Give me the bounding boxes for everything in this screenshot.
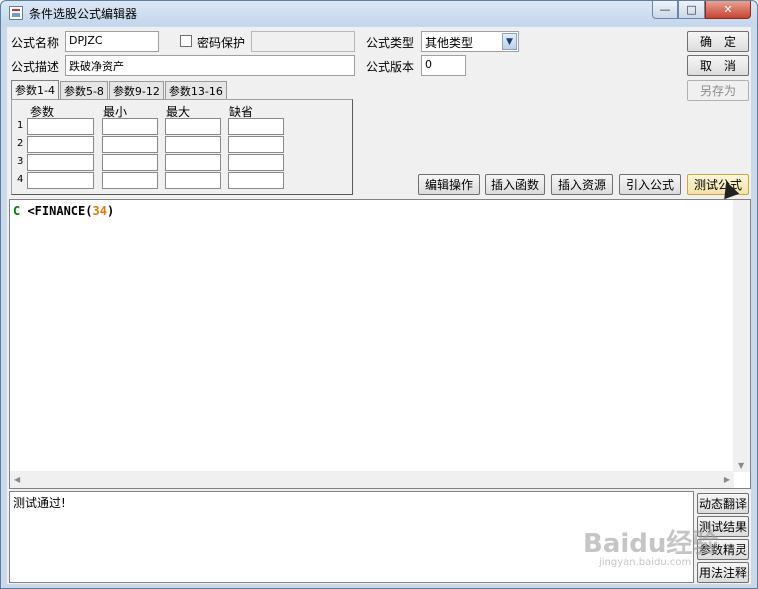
tab-params-9-12[interactable]: 参数9-12 xyxy=(108,81,164,99)
scroll-right-arrow-icon[interactable]: ▶ xyxy=(724,475,730,484)
param-max-cell[interactable] xyxy=(165,118,221,135)
param-default-cell[interactable] xyxy=(228,172,284,189)
insert-function-button[interactable]: 插入函数 xyxy=(485,174,545,195)
password-label: 密码保护 xyxy=(197,36,246,50)
watermark-url: jingyan.baidu.com xyxy=(599,557,692,568)
close-button[interactable]: ✕ xyxy=(705,1,751,19)
row-number: 3 xyxy=(17,156,24,167)
formula-version-label: 公式版本 xyxy=(366,60,415,74)
formula-desc-label: 公式描述 xyxy=(11,60,60,74)
insert-resource-button[interactable]: 插入资源 xyxy=(551,174,613,195)
param-max-cell[interactable] xyxy=(165,154,221,171)
usage-notes-button[interactable]: 用法注释 xyxy=(697,562,749,583)
formula-name-label: 公式名称 xyxy=(11,36,60,50)
app-icon xyxy=(9,6,23,20)
param-name-cell[interactable] xyxy=(27,154,94,171)
password-checkbox[interactable] xyxy=(180,35,192,47)
ok-button[interactable]: 确 定 xyxy=(687,31,749,52)
param-default-cell[interactable] xyxy=(228,136,284,153)
password-field xyxy=(251,31,355,52)
param-name-cell[interactable] xyxy=(27,136,94,153)
formula-type-select[interactable]: 其他类型 ▼ xyxy=(421,31,519,52)
test-result-text: 测试通过! xyxy=(13,496,66,510)
formula-desc-field[interactable]: 跌破净资产 xyxy=(65,55,355,76)
scroll-left-arrow-icon[interactable]: ◀ xyxy=(14,475,20,484)
client-area: 公式名称 DPJZC 密码保护 公式类型 其他类型 ▼ 确 定 公式描述 跌破净… xyxy=(7,27,751,584)
row-number: 4 xyxy=(17,174,24,185)
save-as-button: 另存为 xyxy=(687,80,749,101)
param-table: 参数 最小 最大 缺省 1 2 3 4 xyxy=(11,99,353,195)
tab-params-1-4[interactable]: 参数1-4 xyxy=(11,80,59,99)
tab-params-5-8[interactable]: 参数5-8 xyxy=(59,81,108,99)
param-max-cell[interactable] xyxy=(165,136,221,153)
editor-window: 条件选股公式编辑器 — □ ✕ 公式名称 DPJZC 密码保护 公式类型 其他类… xyxy=(0,0,758,589)
param-min-cell[interactable] xyxy=(102,118,158,135)
vertical-scrollbar[interactable]: ▼ xyxy=(733,200,750,472)
param-default-cell[interactable] xyxy=(228,154,284,171)
formula-name-field[interactable]: DPJZC xyxy=(65,31,159,52)
row-number: 1 xyxy=(17,120,24,131)
dropdown-arrow-icon[interactable]: ▼ xyxy=(502,33,517,50)
param-min-cell[interactable] xyxy=(102,136,158,153)
param-tabs: 参数1-4 参数5-8 参数9-12 参数13-16 xyxy=(11,80,228,99)
formula-version-field[interactable]: 0 xyxy=(421,55,466,76)
param-name-cell[interactable] xyxy=(27,118,94,135)
param-min-cell[interactable] xyxy=(102,172,158,189)
edit-operations-button[interactable]: 编辑操作 xyxy=(418,174,480,195)
minimize-button[interactable]: — xyxy=(652,1,678,19)
formula-code: C <FINANCE(34) xyxy=(13,204,114,218)
code-mid: <FINANCE( xyxy=(20,204,93,218)
dynamic-translate-button[interactable]: 动态翻译 xyxy=(697,493,749,514)
maximize-button[interactable]: □ xyxy=(678,1,705,19)
cancel-button[interactable]: 取 消 xyxy=(687,55,749,76)
code-number: 34 xyxy=(92,204,107,218)
formula-type-label: 公式类型 xyxy=(366,36,415,50)
param-default-cell[interactable] xyxy=(228,118,284,135)
param-max-cell[interactable] xyxy=(165,172,221,189)
param-min-cell[interactable] xyxy=(102,154,158,171)
title-bar[interactable]: 条件选股公式编辑器 — □ ✕ xyxy=(1,1,757,26)
watermark-logo: Baidu经验 xyxy=(583,529,719,559)
scroll-down-arrow-icon[interactable]: ▼ xyxy=(738,461,744,470)
formula-type-value: 其他类型 xyxy=(425,36,474,50)
horizontal-scrollbar[interactable]: ◀ ▶ xyxy=(10,471,734,488)
formula-code-editor[interactable]: C <FINANCE(34) ▼ ◀ ▶ xyxy=(9,199,751,489)
window-title: 条件选股公式编辑器 xyxy=(29,7,138,21)
row-number: 2 xyxy=(17,138,24,149)
import-formula-button[interactable]: 引入公式 xyxy=(619,174,681,195)
param-name-cell[interactable] xyxy=(27,172,94,189)
code-suffix: ) xyxy=(106,204,115,218)
tab-params-13-16[interactable]: 参数13-16 xyxy=(164,81,227,99)
